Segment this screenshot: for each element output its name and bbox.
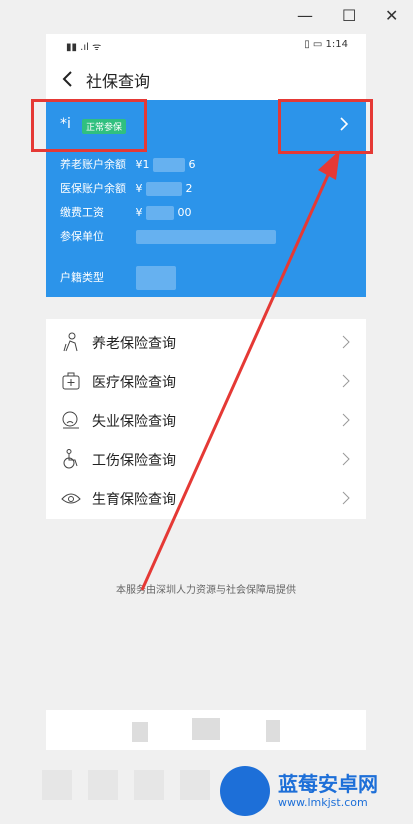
blurred-tile: [180, 770, 210, 800]
row-label: 参保单位: [60, 230, 104, 243]
menu-item-medical[interactable]: 医疗保险查询: [46, 362, 366, 401]
row-label: 医保账户余额: [60, 182, 126, 195]
status-bar: ▮▮ .ıl ᯤ ▯ ▭ 1:14: [46, 34, 366, 58]
employer-row: 参保单位: [60, 228, 276, 244]
menu-item-label: 工伤保险查询: [92, 453, 176, 469]
row-value-end: 6: [188, 158, 196, 171]
chevron-right-icon: [342, 491, 350, 505]
row-value-start: ¥: [135, 206, 143, 219]
elderly-icon: [63, 332, 78, 352]
blurred-value: [135, 266, 176, 290]
maternity-icon: [61, 493, 81, 504]
close-icon[interactable]: ✕: [385, 8, 398, 24]
maximize-icon[interactable]: ☐: [342, 8, 356, 24]
blurred-tile: [88, 770, 118, 800]
page-title: 社保查询: [86, 72, 151, 91]
row-value-end: 00: [177, 206, 192, 219]
chevron-right-icon: [342, 452, 350, 466]
blurred-tile: [134, 770, 164, 800]
row-value-end: 2: [185, 182, 193, 195]
menu-item-maternity[interactable]: 生育保险查询: [46, 479, 366, 518]
blurred-value: [146, 182, 182, 196]
menu-item-work-injury[interactable]: 工伤保险查询: [46, 440, 366, 479]
watermark-brand: 蓝莓安卓网: [278, 772, 378, 796]
chevron-right-icon: [342, 374, 350, 388]
header: 社保查询: [46, 58, 366, 100]
blurred-value: [135, 230, 276, 244]
window-titlebar: — ☐ ✕: [0, 0, 413, 34]
status-time: ▯ ▭ 1:14: [304, 39, 348, 50]
household-type-row: 户籍类型: [60, 266, 176, 290]
minimize-icon[interactable]: —: [297, 8, 313, 24]
medical-balance-row: 医保账户余额 ¥ 2: [60, 180, 193, 196]
menu-item-label: 医疗保险查询: [92, 375, 176, 391]
blurred-tile: [192, 718, 220, 740]
back-arrow-icon[interactable]: [58, 69, 78, 89]
wheelchair-icon: [63, 449, 78, 469]
chevron-right-icon: [342, 335, 350, 349]
watermark-logo: 蓝莓安卓网 www.lmkjst.com: [220, 762, 410, 822]
pension-balance-row: 养老账户余额 ¥1 6: [60, 156, 196, 172]
annotation-box-name: [31, 99, 147, 152]
row-label: 养老账户余额: [60, 158, 126, 171]
chevron-right-icon: [342, 413, 350, 427]
menu-item-label: 失业保险查询: [92, 414, 176, 430]
blurred-value: [146, 206, 174, 220]
row-value-start: ¥1: [135, 158, 150, 171]
bottom-blurred-area: [46, 710, 366, 750]
insurance-menu: 养老保险查询 医疗保险查询 失业保险查询 工伤保险查询 生育保险查询: [46, 319, 366, 519]
signal-indicators: ▮▮ .ıl ᯤ: [66, 42, 102, 53]
blurred-tile: [266, 720, 280, 742]
annotation-box-chevron: [278, 99, 373, 154]
blurred-tile: [42, 770, 72, 800]
row-value-start: ¥: [135, 182, 143, 195]
row-label: 缴费工资: [60, 206, 104, 219]
service-provider-note: 本服务由深圳人力资源与社会保障局提供: [116, 585, 296, 596]
medical-kit-icon: [62, 372, 80, 390]
android-robot-icon: [220, 766, 270, 816]
menu-item-label: 生育保险查询: [92, 492, 176, 508]
menu-item-unemployment[interactable]: 失业保险查询: [46, 401, 366, 440]
blurred-tile: [132, 722, 148, 742]
unemployment-icon: [62, 411, 79, 429]
menu-item-pension[interactable]: 养老保险查询: [46, 323, 366, 362]
row-label: 户籍类型: [60, 271, 104, 284]
salary-row: 缴费工资 ¥ 00: [60, 204, 192, 220]
watermark-url: www.lmkjst.com: [278, 796, 368, 809]
blurred-value: [153, 158, 185, 172]
menu-item-label: 养老保险查询: [92, 336, 176, 352]
